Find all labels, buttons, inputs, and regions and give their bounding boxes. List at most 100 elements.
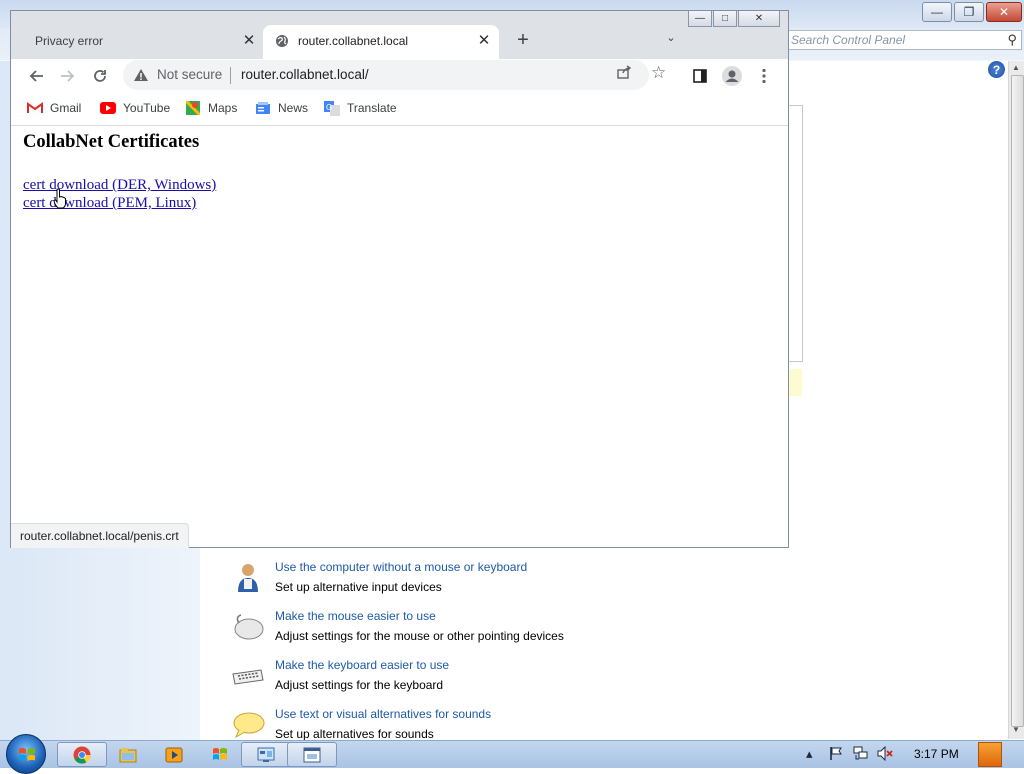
forward-arrow-icon[interactable] [55, 64, 81, 88]
share-icon[interactable] [617, 65, 632, 83]
tab-privacy-error[interactable]: Privacy error ✕ [19, 25, 264, 59]
bookmark-label: YouTube [123, 101, 171, 115]
control-panel-search-input[interactable]: Search Control Panel ⚲ [786, 30, 1022, 50]
bookmark-news[interactable]: News [255, 101, 308, 115]
bookmark-youtube[interactable]: YouTube [100, 101, 170, 115]
start-button[interactable] [6, 734, 46, 774]
scroll-up-arrow[interactable]: ▲ [1012, 63, 1020, 72]
reload-icon[interactable] [87, 64, 113, 88]
highlight-box-edge [789, 369, 802, 396]
network-icon[interactable] [853, 746, 869, 764]
taskbar-control-panel[interactable] [241, 742, 291, 767]
chrome-window: — □ ✕ Privacy error ✕ router.collabnet.l… [10, 10, 789, 548]
close-tab-icon[interactable]: ✕ [475, 32, 493, 50]
tab-search-chevron-icon[interactable]: ⌄ [661, 31, 681, 51]
cp-item-link[interactable]: Use text or visual alternatives for soun… [275, 707, 491, 721]
cert-download-der-link[interactable]: cert download (DER, Windows) [23, 177, 216, 194]
close-button[interactable]: ✕ [738, 11, 780, 27]
bookmark-label: News [278, 101, 309, 115]
windows-logo-icon [19, 748, 35, 761]
taskbar: ▴ 3:17 PM [0, 734, 1024, 774]
profile-avatar-icon[interactable] [719, 64, 745, 88]
window-icon [303, 747, 321, 762]
speech-bubble-icon [230, 707, 266, 743]
scrollbar-thumb[interactable] [1011, 75, 1024, 727]
cp-item-link[interactable]: Make the mouse easier to use [275, 609, 436, 623]
taskbar-file-explorer[interactable] [103, 742, 153, 767]
show-hidden-icons-arrow[interactable]: ▴ [806, 746, 813, 762]
volume-muted-icon[interactable] [877, 745, 893, 764]
bookmark-label: Maps [208, 101, 238, 115]
maximize-button[interactable]: ❐ [954, 2, 984, 22]
file-explorer-icon [119, 747, 137, 762]
cert-download-pem-link[interactable]: cert download (PEM, Linux) [23, 195, 196, 212]
action-center-flag-icon[interactable] [829, 746, 843, 764]
tab-label: router.collabnet.local [298, 34, 409, 48]
page-content: CollabNet Certificates cert download (DE… [11, 126, 788, 547]
maps-icon [185, 101, 201, 115]
mouse-icon [230, 609, 266, 645]
cp-item-desc: Set up alternative input devices [275, 580, 442, 594]
media-player-icon [165, 747, 183, 762]
hand-cursor-icon [53, 188, 66, 209]
cp-item-desc: Adjust settings for the mouse or other p… [275, 629, 564, 643]
news-icon [255, 101, 271, 115]
bookmarks-bar: Gmail YouTube Maps News G Translate [11, 93, 788, 126]
bookmark-gmail[interactable]: Gmail [27, 101, 81, 115]
cp-item-link[interactable]: Make the keyboard easier to use [275, 658, 449, 672]
back-arrow-icon[interactable] [23, 64, 49, 88]
close-tab-icon[interactable]: ✕ [240, 32, 258, 50]
minimize-button[interactable]: — [922, 2, 952, 22]
content-box-edge [789, 105, 803, 362]
control-panel-window-controls: — ❐ ✕ [922, 2, 1022, 22]
taskbar-paint[interactable] [195, 742, 245, 767]
bookmark-label: Gmail [50, 101, 82, 115]
taskbar-chrome[interactable] [57, 742, 107, 767]
omnibox-separator [230, 67, 231, 84]
tab-strip: — □ ✕ Privacy error ✕ router.collabnet.l… [11, 11, 788, 59]
help-icon[interactable]: ? [988, 61, 1005, 78]
search-placeholder: Search Control Panel [791, 33, 906, 47]
help-symbol: ? [992, 62, 1001, 77]
bookmark-maps[interactable]: Maps [185, 101, 237, 115]
keyboard-icon [230, 658, 266, 694]
paint-icon [213, 747, 227, 760]
svg-text:G: G [326, 103, 332, 112]
globe-icon [276, 35, 288, 47]
control-panel-icon [257, 747, 275, 762]
chrome-icon [73, 746, 91, 764]
bookmark-label: Translate [347, 101, 397, 115]
new-tab-button[interactable]: + [511, 29, 535, 53]
close-button[interactable]: ✕ [986, 2, 1022, 22]
minimize-button[interactable]: — [688, 11, 712, 27]
tab-label: Privacy error [35, 34, 104, 48]
bookmark-star-icon[interactable]: ☆ [651, 63, 666, 83]
youtube-icon [100, 101, 116, 115]
url-text[interactable]: router.collabnet.local/ [241, 67, 369, 82]
show-desktop-button[interactable] [978, 742, 1002, 767]
vertical-scrollbar[interactable]: ▲ ▼ [1008, 61, 1024, 739]
cp-item-desc: Adjust settings for the keyboard [275, 678, 444, 692]
cp-item-desc: Set up alternatives for sounds [275, 727, 434, 741]
not-secure-label[interactable]: Not secure [157, 67, 222, 82]
person-icon [230, 560, 266, 596]
window-controls: — □ ✕ [688, 11, 780, 27]
gmail-icon [27, 101, 43, 115]
browser-toolbar: Not secure router.collabnet.local/ ☆ [11, 59, 788, 93]
taskbar-clock[interactable]: 3:17 PM [914, 747, 959, 761]
link-status-bubble: router.collabnet.local/penis.crt [11, 523, 189, 548]
tab-router[interactable]: router.collabnet.local ✕ [263, 25, 499, 59]
search-icon[interactable]: ⚲ [1007, 32, 1017, 48]
warning-triangle-icon[interactable] [133, 67, 149, 83]
cp-item-link[interactable]: Use the computer without a mouse or keyb… [275, 560, 527, 574]
side-panel-icon[interactable] [687, 64, 713, 88]
maximize-button[interactable]: □ [713, 11, 737, 27]
translate-icon: G [324, 100, 340, 116]
menu-kebab-icon[interactable] [751, 64, 777, 88]
scroll-down-arrow[interactable]: ▼ [1012, 725, 1020, 734]
address-bar[interactable]: Not secure router.collabnet.local/ ☆ [123, 60, 666, 90]
bookmark-translate[interactable]: G Translate [324, 100, 397, 116]
taskbar-window[interactable] [287, 742, 337, 767]
taskbar-media-player[interactable] [149, 742, 199, 767]
page-heading: CollabNet Certificates [23, 132, 200, 152]
